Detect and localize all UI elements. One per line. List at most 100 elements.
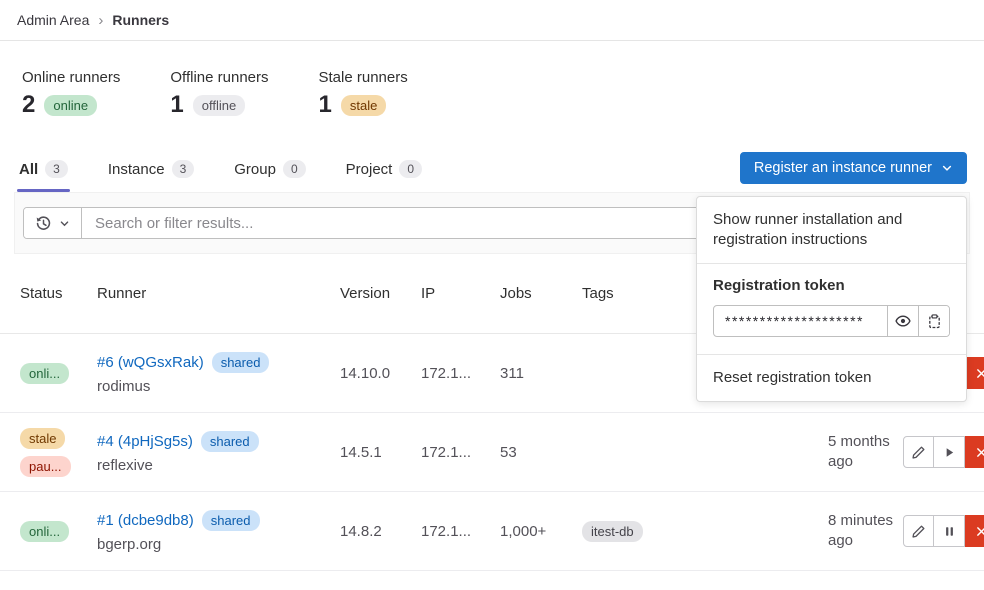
search-history-button[interactable]	[24, 208, 82, 238]
tab-count-badge: 3	[172, 160, 195, 178]
stat-count: 1	[170, 93, 183, 117]
runner-status-cell: stale pau...	[20, 428, 97, 477]
runner-version: 14.8.2	[340, 523, 421, 540]
breadcrumb-current: Runners	[112, 12, 169, 28]
chevron-down-icon	[59, 218, 70, 229]
tab-label: All	[19, 161, 38, 178]
column-header-version: Version	[340, 285, 421, 302]
reset-registration-token-item[interactable]: Reset registration token	[697, 355, 966, 401]
status-badge-online: onli...	[20, 363, 69, 384]
history-icon	[35, 215, 52, 232]
stat-stale-runners: Stale runners 1 stale	[319, 69, 408, 117]
tab-instance[interactable]: Instance 3	[106, 150, 196, 192]
tab-label: Project	[346, 161, 393, 178]
runner-status-cell: onli...	[20, 521, 97, 542]
tabs-row: All 3 Instance 3 Group 0 Project 0 Regis…	[0, 150, 984, 192]
status-badge-online: onli...	[20, 521, 69, 542]
stat-label: Stale runners	[319, 69, 408, 86]
close-icon	[975, 367, 984, 380]
register-button-label: Register an instance runner	[754, 160, 932, 176]
runner-ip: 172.1...	[421, 365, 500, 382]
pencil-icon	[911, 524, 926, 539]
registration-token-field: ********************	[713, 305, 950, 337]
stat-count: 1	[319, 93, 332, 117]
stat-label: Online runners	[22, 69, 120, 86]
tab-label: Instance	[108, 161, 165, 178]
runner-link[interactable]: #1 (dcbe9db8)	[97, 512, 194, 529]
runner-last-contact: 8 minutes ago	[828, 511, 903, 551]
tab-count-badge: 0	[399, 160, 422, 178]
runner-ip: 172.1...	[421, 523, 500, 540]
show-installation-instructions-item[interactable]: Show runner installation and registratio…	[697, 197, 966, 263]
stat-label: Offline runners	[170, 69, 268, 86]
stat-offline-runners: Offline runners 1 offline	[170, 69, 268, 117]
table-row-runner-4: stale pau... #4 (4pHjSg5s) shared reflex…	[0, 413, 984, 492]
registration-token-label: Registration token	[713, 277, 950, 294]
close-icon	[975, 446, 984, 459]
runner-version: 14.5.1	[340, 444, 421, 461]
delete-runner-button[interactable]	[965, 515, 984, 547]
tab-group[interactable]: Group 0	[232, 150, 307, 192]
registration-token-section: Registration token ********************	[697, 264, 966, 354]
table-row-runner-1: onli... #1 (dcbe9db8) shared bgerp.org 1…	[0, 492, 984, 571]
column-header-ip: IP	[421, 285, 500, 302]
status-badge-stale: stale	[20, 428, 65, 449]
column-header-jobs: Jobs	[500, 285, 582, 302]
runner-status-cell: onli...	[20, 363, 97, 384]
shared-badge: shared	[202, 510, 260, 531]
pause-runner-button[interactable]	[934, 515, 965, 547]
runner-summary-cell: #6 (wQGsxRak) shared rodimus	[97, 352, 340, 395]
tab-project[interactable]: Project 0	[344, 150, 424, 192]
runner-jobs-count: 53	[500, 444, 582, 461]
runner-link[interactable]: #6 (wQGsxRak)	[97, 354, 204, 371]
status-badge-stale: stale	[341, 95, 386, 116]
tab-label: Group	[234, 161, 276, 178]
close-icon	[975, 525, 984, 538]
resume-runner-button[interactable]	[934, 436, 965, 468]
runner-summary-cell: #4 (4pHjSg5s) shared reflexive	[97, 431, 340, 474]
clipboard-icon	[927, 314, 942, 329]
column-header-runner: Runner	[97, 285, 340, 302]
runner-summary-cell: #1 (dcbe9db8) shared bgerp.org	[97, 510, 340, 553]
copy-token-button[interactable]	[918, 306, 949, 336]
runner-jobs-count: 311	[500, 365, 582, 382]
runner-actions	[903, 436, 984, 468]
status-badge-offline: offline	[193, 95, 245, 116]
runner-last-contact: 5 months ago	[828, 432, 903, 472]
registration-token-value[interactable]: ********************	[714, 306, 887, 336]
runner-jobs-count: 1,000+	[500, 523, 582, 540]
breadcrumb: Admin Area › Runners	[0, 0, 984, 41]
runner-description: reflexive	[97, 457, 330, 474]
shared-badge: shared	[212, 352, 270, 373]
runner-actions	[903, 515, 984, 547]
play-icon	[943, 446, 956, 459]
runner-ip: 172.1...	[421, 444, 500, 461]
pencil-icon	[911, 445, 926, 460]
chevron-down-icon	[941, 162, 953, 174]
runner-version: 14.10.0	[340, 365, 421, 382]
runner-link[interactable]: #4 (4pHjSg5s)	[97, 433, 193, 450]
delete-runner-button[interactable]	[965, 436, 984, 468]
shared-badge: shared	[201, 431, 259, 452]
reveal-token-button[interactable]	[887, 306, 918, 336]
breadcrumb-admin-area-link[interactable]: Admin Area	[17, 12, 89, 28]
runners-admin-page: Admin Area › Runners Online runners 2 on…	[0, 0, 984, 590]
runner-description: bgerp.org	[97, 536, 330, 553]
runner-tag-badge: itest-db	[582, 521, 643, 542]
chevron-right-icon: ›	[98, 13, 103, 28]
eye-icon	[895, 313, 911, 329]
pause-icon	[943, 525, 956, 538]
runner-stats: Online runners 2 online Offline runners …	[0, 41, 984, 117]
edit-runner-button[interactable]	[903, 436, 934, 468]
tab-count-badge: 3	[45, 160, 68, 178]
status-badge-paused: pau...	[20, 456, 71, 477]
register-runner-dropdown: Show runner installation and registratio…	[696, 196, 967, 402]
stat-online-runners: Online runners 2 online	[22, 69, 120, 117]
status-badge-online: online	[44, 95, 97, 116]
stat-count: 2	[22, 93, 35, 117]
edit-runner-button[interactable]	[903, 515, 934, 547]
delete-runner-button[interactable]	[965, 357, 984, 389]
runner-tags-cell: itest-db	[582, 521, 828, 542]
tab-all[interactable]: All 3	[17, 150, 70, 192]
register-instance-runner-button[interactable]: Register an instance runner	[740, 152, 967, 184]
